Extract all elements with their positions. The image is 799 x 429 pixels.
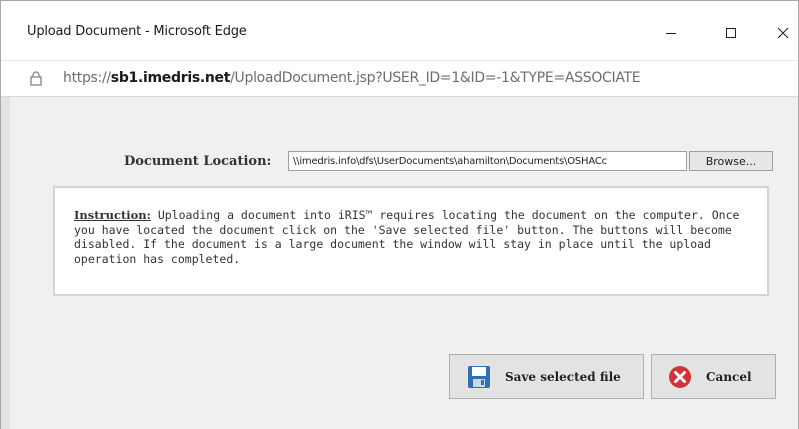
url-host: sb1.imedris.net	[110, 70, 231, 86]
cancel-button-label: Cancel	[706, 369, 752, 384]
url-text[interactable]: https://sb1.imedris.net/UploadDocument.j…	[63, 70, 641, 86]
document-location-field[interactable]: \\imedris.info\dfs\UserDocuments\ahamilt…	[288, 151, 687, 171]
browser-window: Upload Document - Microsoft Edge https:/…	[0, 0, 799, 429]
minimize-icon	[666, 33, 676, 34]
instruction-text: Instruction: Uploading a document into i…	[74, 208, 764, 266]
lock-icon	[30, 71, 42, 91]
maximize-button[interactable]	[708, 15, 754, 51]
address-bar[interactable]: https://sb1.imedris.net/UploadDocument.j…	[1, 60, 798, 96]
instruction-heading: Instruction:	[74, 208, 151, 222]
close-button[interactable]	[760, 15, 799, 51]
url-path: /UploadDocument.jsp?USER_ID=1&ID=-1&TYPE…	[230, 70, 641, 86]
window-title: Upload Document - Microsoft Edge	[27, 24, 247, 39]
cancel-button[interactable]: Cancel	[651, 354, 776, 399]
save-button-label: Save selected file	[505, 369, 621, 384]
document-location-label: Document Location:	[124, 154, 272, 169]
save-selected-file-button[interactable]: Save selected file	[449, 354, 644, 399]
instruction-body: Uploading a document into iRIS™ requires…	[74, 208, 740, 266]
instruction-box: Instruction: Uploading a document into i…	[53, 186, 769, 296]
minimize-button[interactable]	[648, 15, 694, 51]
title-bar: Upload Document - Microsoft Edge	[1, 1, 798, 60]
close-icon	[777, 27, 789, 39]
browse-button[interactable]: Browse...	[689, 151, 773, 171]
save-disk-icon	[467, 365, 491, 389]
url-scheme: https://	[63, 70, 111, 86]
maximize-icon	[726, 28, 736, 38]
cancel-x-icon	[668, 365, 692, 389]
dialog-content: Document Location: \\imedris.info\dfs\Us…	[1, 96, 798, 429]
